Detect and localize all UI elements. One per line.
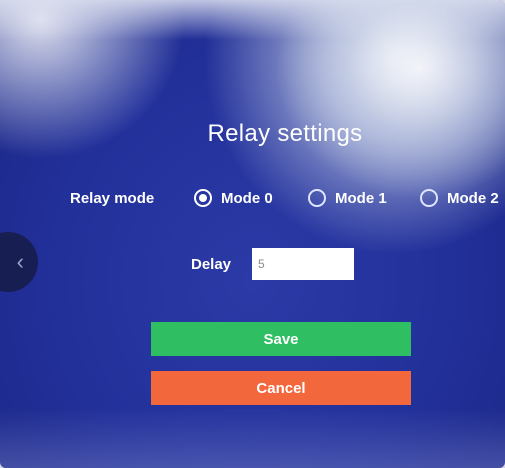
- screen-glare: [275, 0, 505, 200]
- screen-glare-top: [0, 0, 505, 40]
- page-title: Relay settings: [207, 120, 363, 147]
- radio-mode-0[interactable]: Mode 0: [194, 186, 273, 210]
- relay-settings-screen: ‹ Relay settings Relay mode Mode 0 Mode …: [0, 0, 505, 468]
- cancel-button[interactable]: Cancel: [151, 371, 411, 405]
- radio-unchecked-icon: [420, 189, 438, 207]
- radio-mode-1[interactable]: Mode 1: [308, 186, 387, 210]
- radio-mode-0-label: Mode 0: [221, 189, 273, 207]
- radio-mode-1-label: Mode 1: [335, 189, 387, 207]
- save-button[interactable]: Save: [151, 322, 411, 356]
- radio-mode-2-label: Mode 2: [447, 189, 499, 207]
- back-button[interactable]: ‹: [0, 232, 38, 292]
- radio-checked-icon: [194, 189, 212, 207]
- delay-label: Delay: [191, 256, 232, 273]
- relay-mode-label: Relay mode: [70, 190, 155, 207]
- radio-unchecked-icon: [308, 189, 326, 207]
- screen-glare-bottom: [0, 408, 505, 468]
- delay-input[interactable]: [252, 248, 354, 280]
- radio-mode-2[interactable]: Mode 2: [420, 186, 499, 210]
- chevron-left-icon: ‹: [16, 249, 24, 274]
